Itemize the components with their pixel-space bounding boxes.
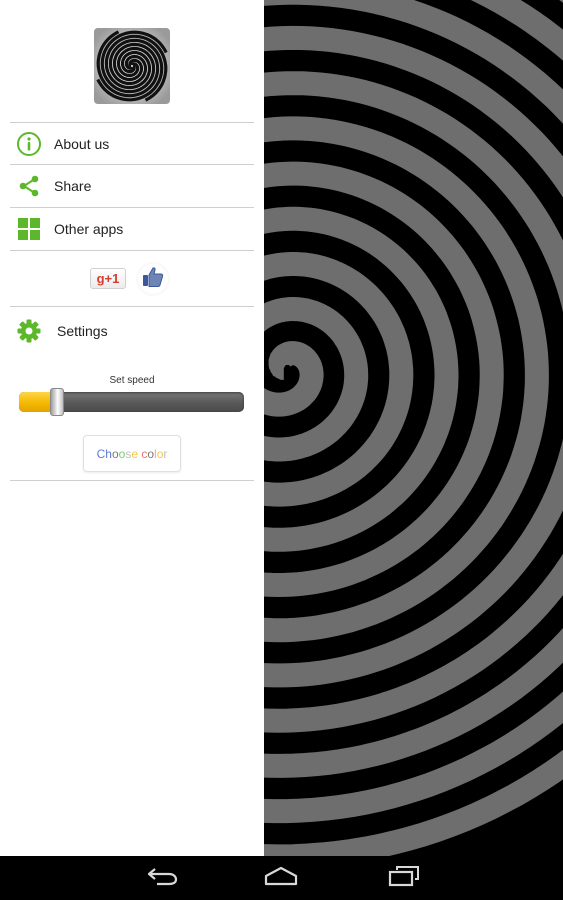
menu-item-label: Share bbox=[54, 177, 92, 194]
choose-color-button[interactable]: Choose color bbox=[83, 435, 181, 472]
divider bbox=[10, 250, 254, 251]
divider bbox=[10, 306, 254, 307]
grid-apps-icon bbox=[16, 216, 42, 242]
gear-icon bbox=[16, 318, 42, 344]
google-plus-one-label: g+1 bbox=[96, 271, 120, 286]
menu-item-share[interactable]: Share bbox=[10, 165, 254, 206]
social-buttons: g+1 bbox=[10, 260, 254, 298]
thumbs-up-icon bbox=[141, 265, 165, 294]
home-button[interactable] bbox=[257, 862, 305, 894]
system-navigation-bar bbox=[0, 856, 563, 900]
info-icon bbox=[16, 131, 42, 157]
spiral-canvas[interactable] bbox=[264, 0, 563, 856]
app-logo bbox=[94, 28, 170, 104]
spiral-logo-icon bbox=[94, 28, 170, 104]
menu-item-label: About us bbox=[54, 135, 110, 152]
facebook-like-button[interactable] bbox=[136, 262, 170, 296]
choose-color-label: Choose color bbox=[96, 446, 168, 461]
recent-apps-icon bbox=[387, 865, 421, 892]
menu-item-label: Other apps bbox=[54, 220, 124, 237]
menu-item-other-apps[interactable]: Other apps bbox=[10, 208, 254, 249]
speed-slider-thumb[interactable] bbox=[50, 388, 64, 416]
divider bbox=[10, 480, 254, 481]
back-button[interactable] bbox=[138, 862, 186, 894]
share-icon bbox=[16, 173, 42, 199]
speed-slider-fill bbox=[19, 392, 51, 412]
navigation-drawer: About us Share Other apps g+1 Settings S… bbox=[0, 0, 264, 856]
menu-item-about-us[interactable]: About us bbox=[10, 123, 254, 164]
back-arrow-icon bbox=[145, 865, 179, 892]
settings-label: Settings bbox=[57, 323, 108, 339]
settings-header: Settings bbox=[10, 313, 254, 349]
google-plus-one-button[interactable]: g+1 bbox=[90, 268, 126, 289]
home-icon bbox=[263, 865, 299, 892]
speed-label: Set speed bbox=[109, 375, 155, 386]
screen: About us Share Other apps g+1 Settings S… bbox=[0, 0, 563, 900]
recent-apps-button[interactable] bbox=[380, 862, 428, 894]
